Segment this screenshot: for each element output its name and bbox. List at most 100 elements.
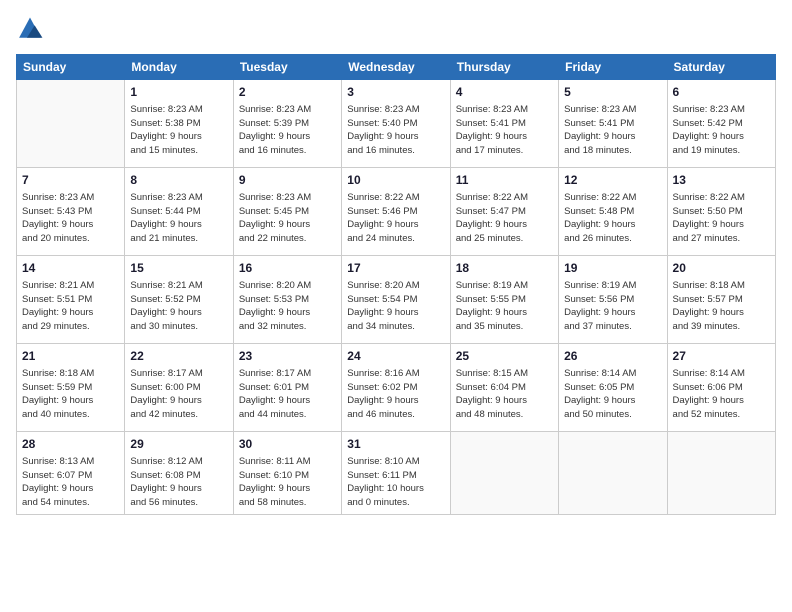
daylight-minutes: and 17 minutes.	[456, 144, 553, 158]
calendar-cell: 11Sunrise: 8:22 AMSunset: 5:47 PMDayligh…	[450, 168, 558, 256]
weekday-header-thursday: Thursday	[450, 55, 558, 80]
calendar-cell: 18Sunrise: 8:19 AMSunset: 5:55 PMDayligh…	[450, 256, 558, 344]
calendar-cell: 10Sunrise: 8:22 AMSunset: 5:46 PMDayligh…	[342, 168, 450, 256]
daylight-minutes: and 44 minutes.	[239, 408, 336, 422]
day-number: 5	[564, 84, 661, 101]
calendar-cell: 6Sunrise: 8:23 AMSunset: 5:42 PMDaylight…	[667, 80, 775, 168]
day-detail: Sunrise: 8:15 AMSunset: 6:04 PMDaylight:…	[456, 367, 553, 422]
daylight-minutes: and 46 minutes.	[347, 408, 444, 422]
daylight-hours: Daylight: 9 hours	[456, 218, 553, 232]
day-number: 19	[564, 260, 661, 277]
sunrise-text: Sunrise: 8:23 AM	[239, 191, 336, 205]
sunset-text: Sunset: 5:47 PM	[456, 205, 553, 219]
day-number: 29	[130, 436, 227, 453]
sunrise-text: Sunrise: 8:23 AM	[22, 191, 119, 205]
sunset-text: Sunset: 5:45 PM	[239, 205, 336, 219]
daylight-minutes: and 16 minutes.	[347, 144, 444, 158]
sunset-text: Sunset: 5:57 PM	[673, 293, 770, 307]
sunset-text: Sunset: 6:06 PM	[673, 381, 770, 395]
sunrise-text: Sunrise: 8:11 AM	[239, 455, 336, 469]
daylight-minutes: and 16 minutes.	[239, 144, 336, 158]
day-detail: Sunrise: 8:23 AMSunset: 5:41 PMDaylight:…	[564, 103, 661, 158]
daylight-hours: Daylight: 9 hours	[22, 218, 119, 232]
calendar-table: SundayMondayTuesdayWednesdayThursdayFrid…	[16, 54, 776, 515]
sunrise-text: Sunrise: 8:23 AM	[456, 103, 553, 117]
daylight-hours: Daylight: 9 hours	[673, 218, 770, 232]
sunset-text: Sunset: 5:48 PM	[564, 205, 661, 219]
day-number: 28	[22, 436, 119, 453]
day-detail: Sunrise: 8:14 AMSunset: 6:05 PMDaylight:…	[564, 367, 661, 422]
day-detail: Sunrise: 8:19 AMSunset: 5:56 PMDaylight:…	[564, 279, 661, 334]
day-detail: Sunrise: 8:23 AMSunset: 5:45 PMDaylight:…	[239, 191, 336, 246]
day-number: 8	[130, 172, 227, 189]
daylight-minutes: and 24 minutes.	[347, 232, 444, 246]
day-detail: Sunrise: 8:23 AMSunset: 5:39 PMDaylight:…	[239, 103, 336, 158]
daylight-minutes: and 15 minutes.	[130, 144, 227, 158]
day-number: 18	[456, 260, 553, 277]
sunset-text: Sunset: 5:55 PM	[456, 293, 553, 307]
daylight-hours: Daylight: 9 hours	[347, 218, 444, 232]
day-number: 22	[130, 348, 227, 365]
daylight-hours: Daylight: 9 hours	[130, 218, 227, 232]
weekday-row: SundayMondayTuesdayWednesdayThursdayFrid…	[17, 55, 776, 80]
daylight-minutes: and 50 minutes.	[564, 408, 661, 422]
sunrise-text: Sunrise: 8:23 AM	[564, 103, 661, 117]
weekday-header-tuesday: Tuesday	[233, 55, 341, 80]
day-number: 14	[22, 260, 119, 277]
day-number: 17	[347, 260, 444, 277]
daylight-hours: Daylight: 9 hours	[22, 394, 119, 408]
calendar-cell: 13Sunrise: 8:22 AMSunset: 5:50 PMDayligh…	[667, 168, 775, 256]
day-detail: Sunrise: 8:10 AMSunset: 6:11 PMDaylight:…	[347, 455, 444, 510]
sunrise-text: Sunrise: 8:22 AM	[456, 191, 553, 205]
daylight-minutes: and 52 minutes.	[673, 408, 770, 422]
sunrise-text: Sunrise: 8:18 AM	[22, 367, 119, 381]
daylight-hours: Daylight: 9 hours	[130, 394, 227, 408]
day-number: 4	[456, 84, 553, 101]
daylight-hours: Daylight: 9 hours	[22, 306, 119, 320]
sunrise-text: Sunrise: 8:12 AM	[130, 455, 227, 469]
sunset-text: Sunset: 5:38 PM	[130, 117, 227, 131]
daylight-minutes: and 18 minutes.	[564, 144, 661, 158]
day-detail: Sunrise: 8:16 AMSunset: 6:02 PMDaylight:…	[347, 367, 444, 422]
sunset-text: Sunset: 5:43 PM	[22, 205, 119, 219]
day-number: 12	[564, 172, 661, 189]
daylight-minutes: and 56 minutes.	[130, 496, 227, 510]
day-number: 7	[22, 172, 119, 189]
sunset-text: Sunset: 5:56 PM	[564, 293, 661, 307]
daylight-hours: Daylight: 9 hours	[673, 394, 770, 408]
sunset-text: Sunset: 5:41 PM	[456, 117, 553, 131]
daylight-hours: Daylight: 9 hours	[456, 130, 553, 144]
sunset-text: Sunset: 6:05 PM	[564, 381, 661, 395]
sunset-text: Sunset: 6:08 PM	[130, 469, 227, 483]
daylight-hours: Daylight: 9 hours	[456, 306, 553, 320]
sunset-text: Sunset: 5:41 PM	[564, 117, 661, 131]
day-detail: Sunrise: 8:23 AMSunset: 5:40 PMDaylight:…	[347, 103, 444, 158]
daylight-hours: Daylight: 10 hours	[347, 482, 444, 496]
calendar-week-4: 21Sunrise: 8:18 AMSunset: 5:59 PMDayligh…	[17, 344, 776, 432]
calendar-week-3: 14Sunrise: 8:21 AMSunset: 5:51 PMDayligh…	[17, 256, 776, 344]
day-number: 3	[347, 84, 444, 101]
daylight-minutes: and 21 minutes.	[130, 232, 227, 246]
sunset-text: Sunset: 6:07 PM	[22, 469, 119, 483]
calendar-cell: 26Sunrise: 8:14 AMSunset: 6:05 PMDayligh…	[559, 344, 667, 432]
day-number: 16	[239, 260, 336, 277]
daylight-hours: Daylight: 9 hours	[564, 218, 661, 232]
day-number: 30	[239, 436, 336, 453]
day-detail: Sunrise: 8:22 AMSunset: 5:48 PMDaylight:…	[564, 191, 661, 246]
daylight-hours: Daylight: 9 hours	[130, 306, 227, 320]
calendar-cell: 16Sunrise: 8:20 AMSunset: 5:53 PMDayligh…	[233, 256, 341, 344]
calendar-cell: 4 Sunrise: 8:23 AMSunset: 5:41 PMDaylight…	[450, 80, 558, 168]
day-detail: Sunrise: 8:11 AMSunset: 6:10 PMDaylight:…	[239, 455, 336, 510]
sunrise-text: Sunrise: 8:10 AM	[347, 455, 444, 469]
daylight-hours: Daylight: 9 hours	[239, 218, 336, 232]
logo	[16, 16, 48, 44]
daylight-minutes: and 40 minutes.	[22, 408, 119, 422]
daylight-minutes: and 34 minutes.	[347, 320, 444, 334]
page: SundayMondayTuesdayWednesdayThursdayFrid…	[0, 0, 792, 612]
sunset-text: Sunset: 6:10 PM	[239, 469, 336, 483]
calendar-cell	[450, 432, 558, 515]
sunrise-text: Sunrise: 8:14 AM	[673, 367, 770, 381]
weekday-header-friday: Friday	[559, 55, 667, 80]
sunrise-text: Sunrise: 8:23 AM	[130, 103, 227, 117]
calendar-cell: 20Sunrise: 8:18 AMSunset: 5:57 PMDayligh…	[667, 256, 775, 344]
